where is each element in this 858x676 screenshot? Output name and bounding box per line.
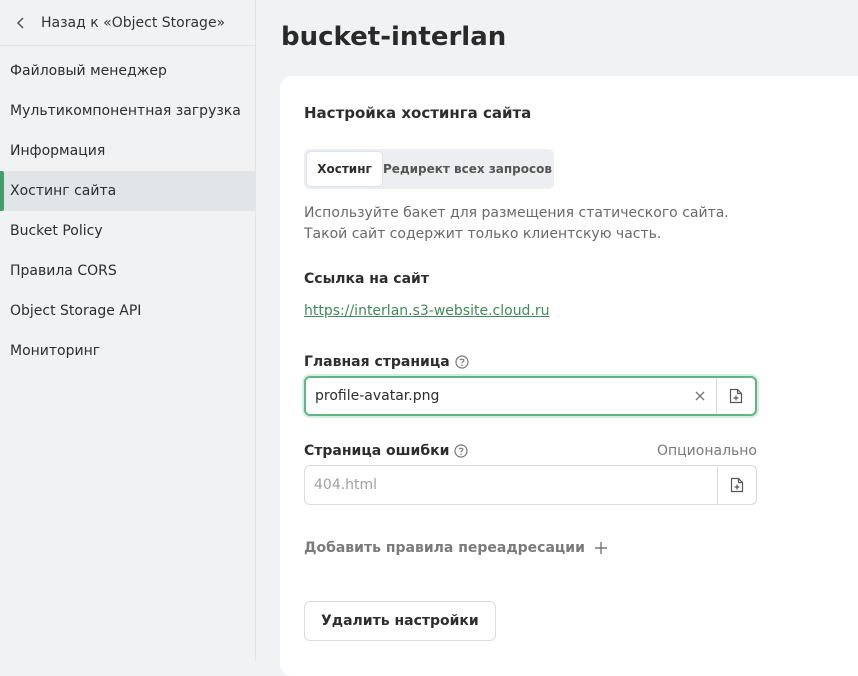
sidebar-item-object-storage-api[interactable]: Object Storage API: [0, 291, 255, 331]
sidebar-item-label: Хостинг сайта: [10, 183, 117, 199]
sidebar-item-label: Object Storage API: [10, 303, 142, 319]
error-page-label: Страница ошибки: [304, 443, 469, 459]
close-icon: [695, 391, 705, 401]
help-icon[interactable]: [455, 355, 469, 369]
sidebar-item-monitoring[interactable]: Мониторинг: [0, 331, 255, 371]
chevron-left-icon: [16, 16, 24, 29]
sidebar-item-website-hosting[interactable]: Хостинг сайта: [0, 171, 255, 211]
sidebar-item-label: Мультикомпонентная загрузка: [10, 103, 241, 119]
sidebar-item-label: Bucket Policy: [10, 223, 103, 239]
error-page-input[interactable]: [305, 465, 717, 505]
page-title: bucket-interlan: [281, 22, 507, 52]
select-file-button[interactable]: [716, 378, 755, 414]
sidebar-item-label: Правила CORS: [10, 263, 117, 279]
error-page-field: [304, 465, 757, 505]
hosting-mode-tabs: Хостинг Редирект всех запросов: [304, 149, 554, 189]
plus-icon: [594, 542, 607, 554]
add-redirect-rules-button[interactable]: Добавить правила переадресации: [304, 540, 608, 556]
sidebar-item-bucket-policy[interactable]: Bucket Policy: [0, 211, 255, 251]
main-page-input[interactable]: [306, 377, 684, 415]
back-link[interactable]: Назад к «Object Storage»: [0, 0, 255, 46]
help-icon[interactable]: [454, 444, 469, 458]
file-add-icon: [730, 477, 744, 493]
sidebar-item-file-manager[interactable]: Файловый менеджер: [0, 51, 255, 91]
section-title: Настройка хостинга сайта: [304, 104, 532, 122]
sidebar-item-label: Информация: [10, 143, 106, 159]
sidebar-item-label: Мониторинг: [10, 343, 101, 359]
tab-hosting[interactable]: Хостинг: [306, 151, 383, 187]
delete-settings-button[interactable]: Удалить настройки: [304, 601, 496, 641]
back-link-label: Назад к «Object Storage»: [41, 14, 226, 31]
sidebar-nav: Файловый менеджер Мультикомпонентная заг…: [0, 46, 255, 371]
file-add-icon: [729, 388, 743, 404]
sidebar-item-info[interactable]: Информация: [0, 131, 255, 171]
main-page-label: Главная страница: [304, 354, 469, 370]
hosting-card: Настройка хостинга сайта Хостинг Редирек…: [280, 76, 858, 676]
sidebar-item-multipart-upload[interactable]: Мультикомпонентная загрузка: [0, 91, 255, 131]
select-file-button[interactable]: [717, 466, 756, 504]
sidebar-item-label: Файловый менеджер: [10, 63, 167, 79]
tab-redirect-all[interactable]: Редирект всех запросов: [383, 151, 552, 187]
add-redirect-rules-label: Добавить правила переадресации: [304, 540, 585, 556]
hosting-description: Используйте бакет для размещения статиче…: [304, 205, 729, 242]
sidebar: Назад к «Object Storage» Файловый менедж…: [0, 0, 256, 661]
site-link[interactable]: https://interlan.s3-website.cloud.ru: [304, 303, 550, 319]
main-page-field: [304, 376, 757, 416]
sidebar-item-cors[interactable]: Правила CORS: [0, 251, 255, 291]
site-link-label: Ссылка на сайт: [304, 271, 429, 287]
optional-label: Опционально: [656, 443, 757, 459]
error-page-label-text: Страница ошибки: [304, 443, 450, 459]
clear-button[interactable]: [684, 378, 716, 414]
main-page-label-text: Главная страница: [304, 354, 450, 370]
